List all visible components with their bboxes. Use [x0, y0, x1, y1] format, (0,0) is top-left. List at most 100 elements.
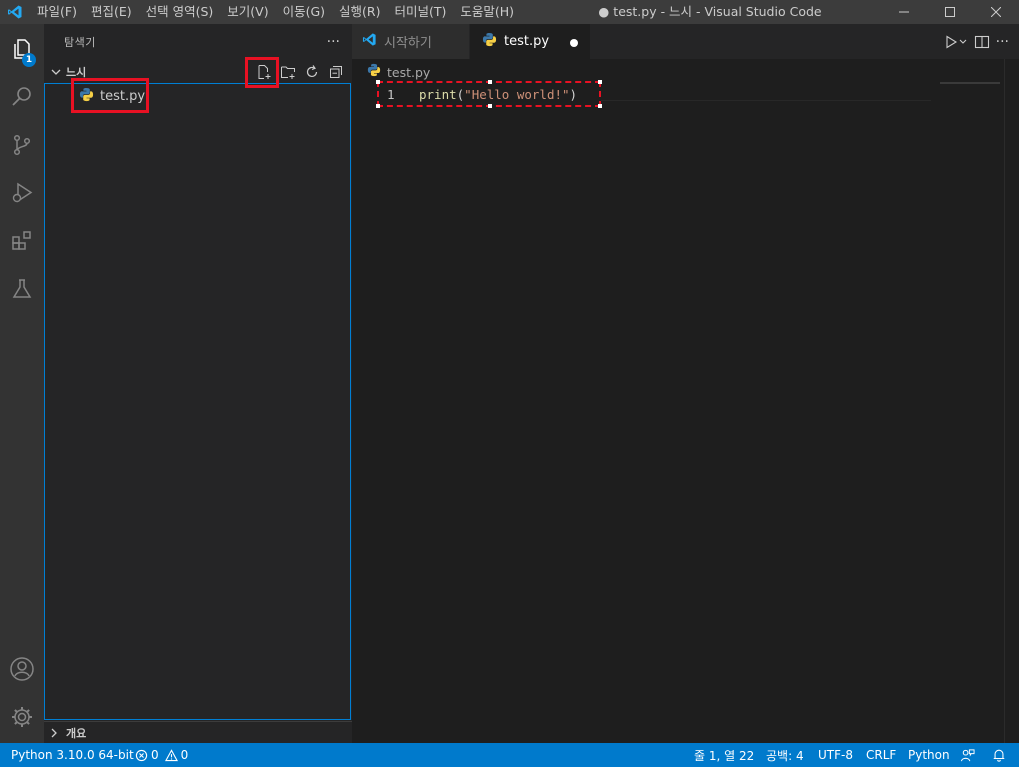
feedback-person-icon: [960, 748, 975, 761]
current-line-indicator: [601, 100, 931, 101]
chevron-down-icon: [46, 67, 66, 77]
title-bar: 파일(F) 편집(E) 선택 영역(S) 보기(V) 이동(G) 실행(R) 터…: [0, 0, 1019, 24]
run-debug-button[interactable]: [0, 170, 44, 216]
code-text[interactable]: print("Hello world!"): [419, 87, 577, 102]
testing-icon: [12, 279, 32, 298]
code-string: "Hello world!": [464, 87, 570, 102]
explorer-title: 탐색기: [64, 35, 96, 49]
highlight-file-item: [71, 78, 149, 113]
collapse-all-icon: [330, 66, 342, 78]
explorer-header: 탐색기 ···: [44, 24, 352, 59]
menu-selection[interactable]: 선택 영역(S): [139, 0, 221, 24]
menu-terminal[interactable]: 터미널(T): [388, 0, 454, 24]
minimize-icon: [899, 11, 909, 13]
tab-label: 시작하기: [384, 36, 432, 51]
vscode-logo-icon: [0, 0, 30, 24]
extensions-button[interactable]: [0, 218, 44, 264]
play-icon: [946, 35, 967, 48]
split-editor-button[interactable]: [974, 24, 990, 59]
new-folder-button[interactable]: [276, 61, 300, 83]
selection-handle: [598, 80, 602, 84]
editor-scrollbar-track[interactable]: [1004, 59, 1005, 743]
selection-handle: [376, 80, 380, 84]
selection-handle: [488, 104, 492, 108]
menu-bar: 파일(F) 편집(E) 선택 영역(S) 보기(V) 이동(G) 실행(R) 터…: [30, 0, 521, 24]
selection-handle: [598, 104, 602, 108]
activity-bar: 1: [0, 24, 44, 743]
minimize-button[interactable]: [881, 0, 927, 24]
account-button[interactable]: [0, 646, 44, 692]
search-button[interactable]: [0, 74, 44, 120]
tab-test-py[interactable]: test.py: [470, 24, 590, 59]
breadcrumb-file: test.py: [387, 64, 431, 80]
bell-icon: [993, 749, 1005, 762]
testing-button[interactable]: [0, 266, 44, 312]
close-icon: [991, 7, 1001, 17]
refresh-icon: [306, 65, 318, 78]
status-bar: Python 3.10.0 64-bit 0 0 줄 1, 열 22 공백: 4…: [0, 743, 1019, 767]
collapse-all-button[interactable]: [324, 61, 348, 83]
cursor-position-status[interactable]: 줄 1, 열 22: [694, 743, 754, 767]
menu-run[interactable]: 실행(R): [332, 0, 387, 24]
eol-status[interactable]: CRLF: [866, 743, 896, 767]
selection-handle: [488, 80, 492, 84]
unsaved-dot-icon[interactable]: [570, 39, 578, 47]
new-folder-icon: [281, 66, 295, 79]
manage-button[interactable]: [0, 694, 44, 740]
python-file-icon: [367, 63, 381, 81]
menu-edit[interactable]: 편집(E): [84, 0, 139, 24]
search-icon: [12, 87, 31, 106]
line-number: 1: [387, 87, 395, 102]
menu-help[interactable]: 도움말(H): [453, 0, 521, 24]
code-function: print: [419, 87, 457, 102]
maximize-button[interactable]: [927, 0, 973, 24]
encoding-status[interactable]: UTF-8: [818, 743, 853, 767]
run-debug-icon: [12, 182, 33, 203]
python-interpreter-status[interactable]: Python 3.10.0 64-bit: [11, 743, 134, 767]
source-control-button[interactable]: [0, 122, 44, 168]
selection-handle: [376, 104, 380, 108]
code-paren-close: ): [569, 87, 578, 102]
editor-more-actions-button[interactable]: ···: [996, 24, 1009, 59]
editor-tabs: 시작하기 test.py ···: [352, 24, 1019, 59]
split-editor-icon: [974, 35, 989, 48]
breadcrumb[interactable]: test.py: [367, 63, 431, 81]
refresh-button[interactable]: [300, 61, 324, 83]
manage-gear-icon: [12, 707, 32, 727]
run-python-file-button[interactable]: [944, 24, 968, 59]
python-file-icon: [482, 32, 497, 51]
problems-status[interactable]: 0 0: [135, 743, 188, 767]
highlight-new-file-button: [245, 57, 279, 88]
close-window-button[interactable]: [973, 0, 1019, 24]
menu-view[interactable]: 보기(V): [220, 0, 275, 24]
code-line-1[interactable]: 1 print("Hello world!"): [376, 80, 602, 108]
tab-getting-started[interactable]: 시작하기: [352, 24, 469, 59]
notifications-button[interactable]: [992, 743, 1006, 767]
vscode-logo-icon: [362, 32, 377, 51]
extensions-icon: [12, 231, 31, 250]
maximize-icon: [945, 7, 955, 17]
source-control-icon: [13, 134, 31, 156]
explorer-button[interactable]: 1: [0, 26, 44, 72]
indentation-status[interactable]: 공백: 4: [766, 743, 804, 767]
outline-label: 개요: [66, 726, 87, 740]
editor-actions: ···: [938, 24, 1009, 59]
menu-file[interactable]: 파일(F): [30, 0, 84, 24]
chevron-right-icon: [44, 728, 64, 738]
tab-label: test.py: [504, 34, 550, 49]
minimap[interactable]: [940, 82, 1000, 84]
feedback-button[interactable]: [960, 743, 975, 767]
more-actions-button[interactable]: ···: [327, 34, 340, 50]
language-mode-status[interactable]: Python: [908, 743, 950, 767]
error-icon: [135, 749, 148, 761]
outline-section-header[interactable]: 개요: [44, 721, 352, 743]
error-count: 0: [151, 748, 159, 762]
explorer-sidebar: 탐색기 ··· 느시 test.py 개요: [44, 24, 352, 743]
menu-go[interactable]: 이동(G): [276, 0, 332, 24]
account-icon: [10, 657, 34, 681]
warning-icon: [164, 748, 178, 761]
warning-count: 0: [180, 748, 189, 762]
window-controls: [881, 0, 1019, 24]
explorer-badge: 1: [22, 53, 36, 67]
window-title: ● test.py - 느시 - Visual Studio Code: [598, 4, 822, 19]
